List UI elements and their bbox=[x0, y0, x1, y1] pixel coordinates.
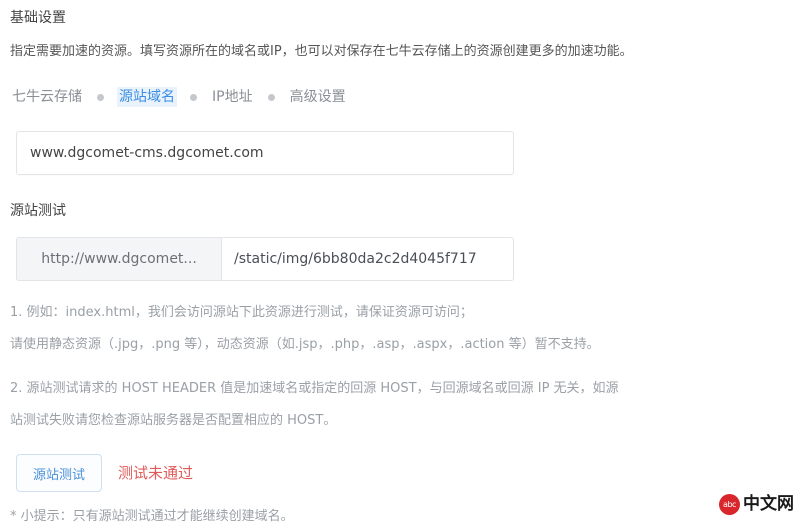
step-item-qiniu-storage[interactable]: 七牛云存储 bbox=[10, 87, 84, 107]
watermark-logo-icon: abc bbox=[719, 493, 740, 515]
help-line-4: 站测试失败请您检查源站服务器是否配置相应的 HOST。 bbox=[10, 413, 337, 428]
footer-tip: * 小提示：只有源站测试通过才能继续创建域名。 bbox=[10, 509, 294, 524]
settings-page: 基础设置 指定需要加速的资源。填写资源所在的域名或IP，也可以对保存在七牛云存储… bbox=[0, 8, 800, 527]
help-line-1: 1. 例如：index.html，我们会访问源站下此资源进行测试，请保证资源可访… bbox=[10, 305, 473, 320]
origin-test-url-group: http://www.dgcomet... /static/img/6bb80d… bbox=[16, 237, 514, 281]
watermark-text: 中文网 bbox=[743, 494, 794, 514]
origin-domain-value: www.dgcomet-cms.dgcomet.com bbox=[30, 145, 264, 161]
url-prefix-addon: http://www.dgcomet... bbox=[16, 237, 221, 281]
step-item-origin-domain[interactable]: 源站域名 bbox=[117, 87, 177, 107]
step-item-advanced-settings[interactable]: 高级设置 bbox=[288, 87, 348, 107]
origin-test-button[interactable]: 源站测试 bbox=[16, 454, 102, 492]
step-separator-dot-icon bbox=[97, 93, 104, 101]
step-nav: 七牛云存储 源站域名 IP地址 高级设置 bbox=[10, 86, 792, 108]
test-path-input[interactable]: /static/img/6bb80da2c2d4045f717 bbox=[221, 237, 514, 281]
origin-test-title: 源站测试 bbox=[10, 203, 66, 219]
watermark: abc 中文网 bbox=[719, 492, 794, 516]
page-description: 指定需要加速的资源。填写资源所在的域名或IP，也可以对保存在七牛云存储上的资源创… bbox=[10, 44, 633, 59]
origin-test-action-row: 源站测试 测试未通过 bbox=[16, 453, 792, 493]
test-status-text: 测试未通过 bbox=[118, 464, 194, 482]
page-title: 基础设置 bbox=[10, 10, 66, 26]
help-line-3: 2. 源站测试请求的 HOST HEADER 值是加速域名或指定的回源 HOST… bbox=[10, 381, 619, 396]
step-item-ip-address[interactable]: IP地址 bbox=[210, 87, 255, 107]
origin-domain-input[interactable]: www.dgcomet-cms.dgcomet.com bbox=[16, 131, 514, 175]
help-line-2: 请使用静态资源（.jpg，.png 等），动态资源（如.jsp，.php，.as… bbox=[10, 337, 600, 352]
step-separator-dot-icon bbox=[267, 93, 275, 101]
step-separator-dot-icon bbox=[190, 93, 197, 101]
